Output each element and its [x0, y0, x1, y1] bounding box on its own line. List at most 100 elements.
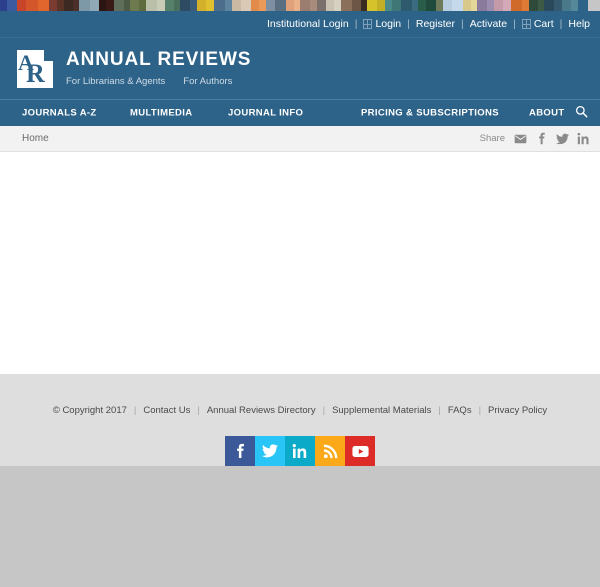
- stripe-swatch: [418, 0, 426, 11]
- brand-title: ANNUAL REVIEWS: [66, 49, 252, 71]
- utility-link-label: Help: [568, 17, 590, 30]
- brand-link-for-librarians-agents[interactable]: For Librarians & Agents: [66, 76, 165, 87]
- stripe-swatch: [503, 0, 511, 11]
- stripe-swatch: [190, 0, 197, 11]
- stripe-swatch: [232, 0, 241, 11]
- top-color-stripe: [0, 0, 600, 11]
- stripe-swatch: [7, 0, 17, 11]
- facebook-icon[interactable]: [535, 132, 548, 145]
- stripe-swatch: [275, 0, 286, 11]
- footer-separator: |: [478, 405, 482, 416]
- stripe-swatch: [443, 0, 452, 11]
- stripe-swatch: [334, 0, 341, 11]
- stripe-swatch: [64, 0, 73, 11]
- utility-link-label: Login: [375, 17, 402, 30]
- nav-item-journals-a-z[interactable]: JOURNALS A-Z: [22, 108, 97, 118]
- nav-item-pricing-subscriptions[interactable]: PRICING & SUBSCRIPTIONS: [361, 108, 499, 118]
- share-label: Share: [479, 133, 505, 144]
- twitter-icon[interactable]: [556, 132, 569, 145]
- stripe-swatch: [494, 0, 503, 11]
- twitter-tile[interactable]: [255, 436, 285, 466]
- stripe-swatch: [562, 0, 571, 11]
- stripe-swatch: [206, 0, 214, 11]
- stripe-swatch: [452, 0, 463, 11]
- nav-item-multimedia[interactable]: MULTIMEDIA: [130, 108, 192, 118]
- footer-links: © Copyright 2017 | Contact Us | Annual Revie…: [53, 405, 547, 416]
- stripe-swatch: [401, 0, 412, 11]
- stripe-swatch: [99, 0, 106, 11]
- utility-link-label: Cart: [533, 17, 554, 30]
- facebook-tile[interactable]: [225, 436, 255, 466]
- utility-link-help[interactable]: Help: [568, 19, 590, 30]
- utility-link-activate[interactable]: Activate: [470, 19, 507, 30]
- footer-link--copyright-2017[interactable]: © Copyright 2017: [53, 405, 127, 416]
- utility-links: Institutional Login | Login | Register | Activ…: [267, 19, 590, 30]
- stripe-swatch: [352, 0, 361, 11]
- rss-tile[interactable]: [315, 436, 345, 466]
- footer-link-supplemental-materials[interactable]: Supplemental Materials: [332, 405, 431, 416]
- stripe-swatch: [139, 0, 146, 11]
- stripe-swatch: [26, 0, 38, 11]
- stripe-swatch: [317, 0, 326, 11]
- stripe-swatch: [392, 0, 401, 11]
- footer-separator: |: [322, 405, 326, 416]
- utility-separator: |: [559, 17, 563, 30]
- email-icon[interactable]: [514, 132, 527, 145]
- logo-notch: [44, 49, 53, 61]
- footer-link-contact-us[interactable]: Contact Us: [143, 405, 190, 416]
- stripe-swatch: [114, 0, 124, 11]
- stripe-swatch: [511, 0, 522, 11]
- stripe-swatch: [310, 0, 317, 11]
- stripe-swatch: [436, 0, 443, 11]
- stripe-swatch: [49, 0, 57, 11]
- stripe-swatch: [180, 0, 190, 11]
- broken-image-icon: [363, 19, 373, 29]
- brand-link-for-authors[interactable]: For Authors: [183, 76, 232, 87]
- stripe-swatch: [90, 0, 99, 11]
- stripe-swatch: [165, 0, 174, 11]
- utility-separator: |: [407, 17, 410, 30]
- utility-separator: |: [354, 17, 358, 30]
- search-button[interactable]: [575, 105, 588, 121]
- utility-link-cart[interactable]: Cart: [521, 17, 554, 30]
- stripe-swatch: [197, 0, 206, 11]
- footer-link-annual-reviews-directory[interactable]: Annual Reviews Directory: [207, 405, 316, 416]
- footer-link-privacy-policy[interactable]: Privacy Policy: [488, 405, 547, 416]
- brand-block: ANNUAL REVIEWS For Librarians & Agents Fo…: [66, 49, 252, 87]
- share-group: Share: [480, 132, 590, 145]
- youtube-tile[interactable]: [345, 436, 375, 466]
- site-footer: © Copyright 2017 | Contact Us | Annual Revie…: [0, 374, 600, 466]
- utility-link-login[interactable]: Login: [363, 19, 401, 30]
- stripe-swatch: [157, 0, 165, 11]
- main-navigation: JOURNALS A-Z MULTIMEDIA JOURNAL INFO PRICIN…: [0, 99, 600, 126]
- stripe-swatch: [326, 0, 334, 11]
- main-content-area: [0, 152, 600, 374]
- stripe-swatch: [544, 0, 554, 11]
- stripe-swatch: [477, 0, 487, 11]
- page-background-bottom: [0, 466, 600, 587]
- stripe-swatch: [578, 0, 588, 11]
- utility-link-label: Activate: [469, 17, 508, 30]
- footer-link-faqs[interactable]: FAQs: [448, 405, 472, 416]
- stripe-swatch: [251, 0, 259, 11]
- annual-reviews-logo-icon[interactable]: A R: [17, 49, 53, 88]
- stripe-swatch: [367, 0, 377, 11]
- stripe-swatch: [130, 0, 139, 11]
- stripe-swatch: [259, 0, 266, 11]
- footer-separator: |: [133, 405, 137, 416]
- linkedin-icon[interactable]: [577, 132, 590, 145]
- masthead: A R ANNUAL REVIEWS For Librarians & Agen…: [0, 37, 600, 99]
- stripe-swatch: [529, 0, 538, 11]
- utility-separator: |: [460, 17, 464, 30]
- stripe-swatch: [571, 0, 578, 11]
- stripe-swatch: [426, 0, 436, 11]
- nav-item-journal-info[interactable]: JOURNAL INFO: [228, 108, 303, 118]
- utility-bar: Institutional Login | Login | Register | Activ…: [0, 11, 600, 37]
- breadcrumb-home[interactable]: Home: [22, 133, 49, 144]
- nav-item-about[interactable]: ABOUT: [529, 108, 565, 118]
- utility-link-institutional-login[interactable]: Institutional Login: [267, 19, 349, 30]
- utility-link-register[interactable]: Register: [416, 19, 455, 30]
- linkedin-tile[interactable]: [285, 436, 315, 466]
- social-links-row: [225, 436, 375, 466]
- stripe-swatch: [225, 0, 232, 11]
